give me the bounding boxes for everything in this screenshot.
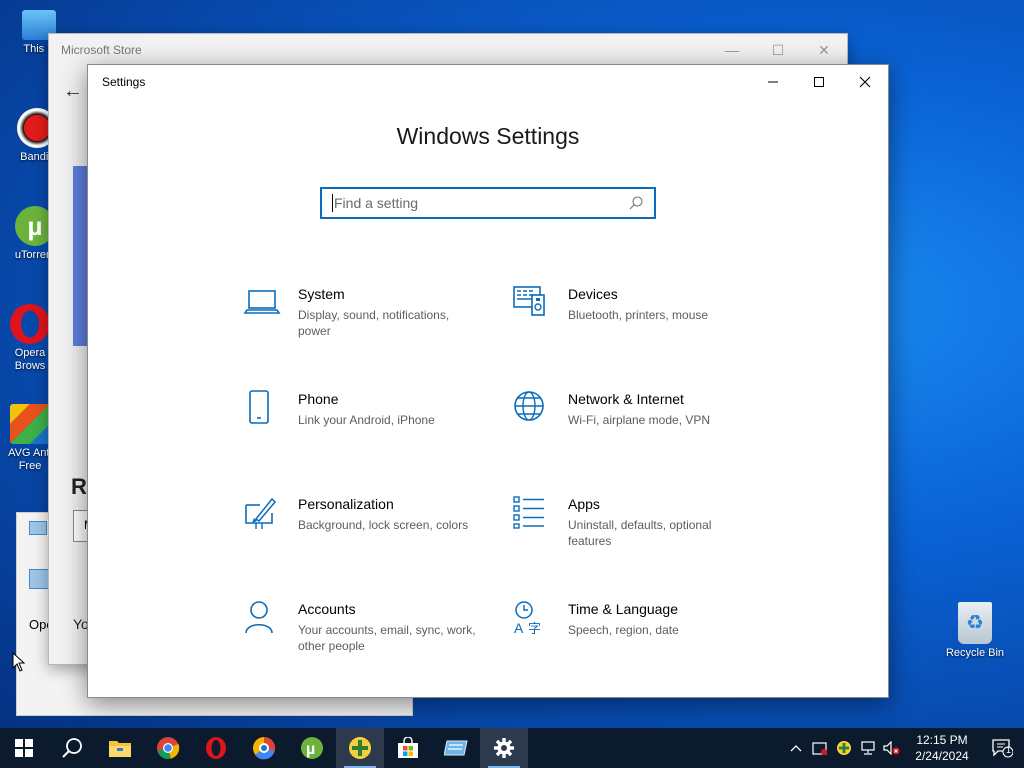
tile-name: Apps <box>568 496 600 512</box>
tile-name: Time & Language <box>568 601 678 617</box>
taskbar-settings[interactable] <box>480 728 528 768</box>
tile-description: Bluetooth, printers, mouse <box>568 308 709 322</box>
tile-personalization[interactable]: Personalization Background, lock screen,… <box>242 495 492 575</box>
taskbar-window-app[interactable] <box>432 728 480 768</box>
maximize-icon[interactable]: ☐ <box>755 34 801 66</box>
tile-name: Devices <box>568 286 618 302</box>
close-icon[interactable] <box>842 65 888 99</box>
laptop-icon <box>243 290 281 314</box>
comodo-icon <box>253 737 275 760</box>
taskbar: µ 12:15 PM 2/24/2024 1 <box>0 728 1024 768</box>
close-icon[interactable]: ✕ <box>801 34 847 66</box>
tile-description: Speech, region, date <box>568 623 679 637</box>
background-app-icon <box>29 521 47 535</box>
text-caret <box>332 194 333 212</box>
back-arrow-icon[interactable]: ← <box>63 80 83 103</box>
search-box[interactable] <box>320 187 656 219</box>
chevron-up-icon[interactable] <box>784 728 808 768</box>
svg-text:A: A <box>514 620 524 636</box>
page-title: Windows Settings <box>396 123 580 149</box>
search-input[interactable] <box>334 195 628 211</box>
desktop-icon-recycle-bin[interactable]: ♻ Recycle Bin <box>940 602 1010 660</box>
tile-name: Phone <box>298 391 339 407</box>
tray-green-app-icon[interactable] <box>832 728 856 768</box>
svg-text:µ: µ <box>306 741 315 758</box>
clock-date: 2/24/2024 <box>915 749 969 763</box>
avg-icon <box>10 404 50 444</box>
action-center-button[interactable]: 1 <box>980 728 1024 768</box>
tile-devices[interactable]: Devices Bluetooth, printers, mouse <box>512 285 762 365</box>
volume-muted-icon[interactable] <box>880 728 904 768</box>
svg-text:字: 字 <box>528 621 541 636</box>
person-icon <box>245 601 273 634</box>
search-icon[interactable] <box>628 195 644 211</box>
opera-icon <box>10 304 50 344</box>
tile-time-language[interactable]: A字 Time & Language Speech, region, date <box>512 600 762 680</box>
tile-description: Display, sound, notifications, power <box>298 308 450 338</box>
apps-list-icon <box>513 496 544 529</box>
minimize-icon[interactable]: — <box>709 34 755 66</box>
settings-title: Settings <box>102 75 146 89</box>
time-language-icon: A字 <box>514 601 541 636</box>
tile-description: Uninstall, defaults, optional features <box>568 518 712 548</box>
utorrent-icon: µ <box>301 737 323 759</box>
search-icon <box>62 738 82 758</box>
taskbar-comodo[interactable] <box>240 728 288 768</box>
tile-accounts[interactable]: Accounts Your accounts, email, sync, wor… <box>242 600 492 680</box>
green-app-icon <box>349 737 371 759</box>
paint-icon <box>245 497 277 529</box>
taskbar-opera[interactable] <box>192 728 240 768</box>
tile-apps[interactable]: Apps Uninstall, defaults, optional featu… <box>512 495 762 575</box>
maximize-icon[interactable] <box>796 65 842 99</box>
chrome-icon <box>157 737 180 759</box>
taskbar-store[interactable] <box>384 728 432 768</box>
desktop-icon-label: Recycle Bin <box>945 647 1005 659</box>
system-tray: 12:15 PM 2/24/2024 1 <box>784 728 1024 768</box>
store-title: Microsoft Store <box>61 43 142 57</box>
tile-name: System <box>298 286 345 302</box>
tile-name: Personalization <box>298 496 394 512</box>
taskbar-utorrent[interactable]: µ <box>288 728 336 768</box>
settings-icon <box>494 738 514 758</box>
settings-window[interactable]: Settings Windows Settings System Display… <box>87 64 889 698</box>
tile-description: Wi-Fi, airplane mode, VPN <box>568 413 711 427</box>
phone-icon <box>249 390 269 424</box>
taskbar-green-app[interactable] <box>336 728 384 768</box>
store-icon <box>398 737 418 758</box>
taskbar-chrome[interactable] <box>144 728 192 768</box>
settings-window-controls <box>750 65 888 99</box>
tray-security-icon[interactable] <box>808 728 832 768</box>
notification-count: 1 <box>1006 745 1012 755</box>
tile-name: Accounts <box>298 601 356 617</box>
tile-description: Your accounts, email, sync, work, other … <box>298 623 476 653</box>
mouse-cursor-icon <box>12 652 26 672</box>
tile-name: Network & Internet <box>568 391 684 407</box>
start-icon <box>15 739 33 757</box>
opera-icon <box>206 737 226 759</box>
clock-time: 12:15 PM <box>916 733 968 747</box>
recycle-bin-icon: ♻ <box>958 602 992 644</box>
tile-network-internet[interactable]: Network & Internet Wi-Fi, airplane mode,… <box>512 390 762 470</box>
file-explorer-icon <box>109 741 131 757</box>
tile-phone[interactable]: Phone Link your Android, iPhone <box>242 390 492 470</box>
taskbar-clock[interactable]: 12:15 PM 2/24/2024 <box>904 732 980 764</box>
devices-icon <box>513 286 545 316</box>
start-button[interactable] <box>0 728 48 768</box>
taskbar-search-button[interactable] <box>48 728 96 768</box>
taskbar-file-explorer[interactable] <box>96 728 144 768</box>
globe-icon <box>514 391 544 421</box>
store-window-controls: — ☐ ✕ <box>709 34 847 66</box>
tile-system[interactable]: System Display, sound, notifications, po… <box>242 285 492 365</box>
window-app-icon <box>444 740 468 756</box>
tile-description: Background, lock screen, colors <box>298 518 469 532</box>
tile-description: Link your Android, iPhone <box>298 413 435 427</box>
minimize-icon[interactable] <box>750 65 796 99</box>
network-icon[interactable] <box>856 728 880 768</box>
